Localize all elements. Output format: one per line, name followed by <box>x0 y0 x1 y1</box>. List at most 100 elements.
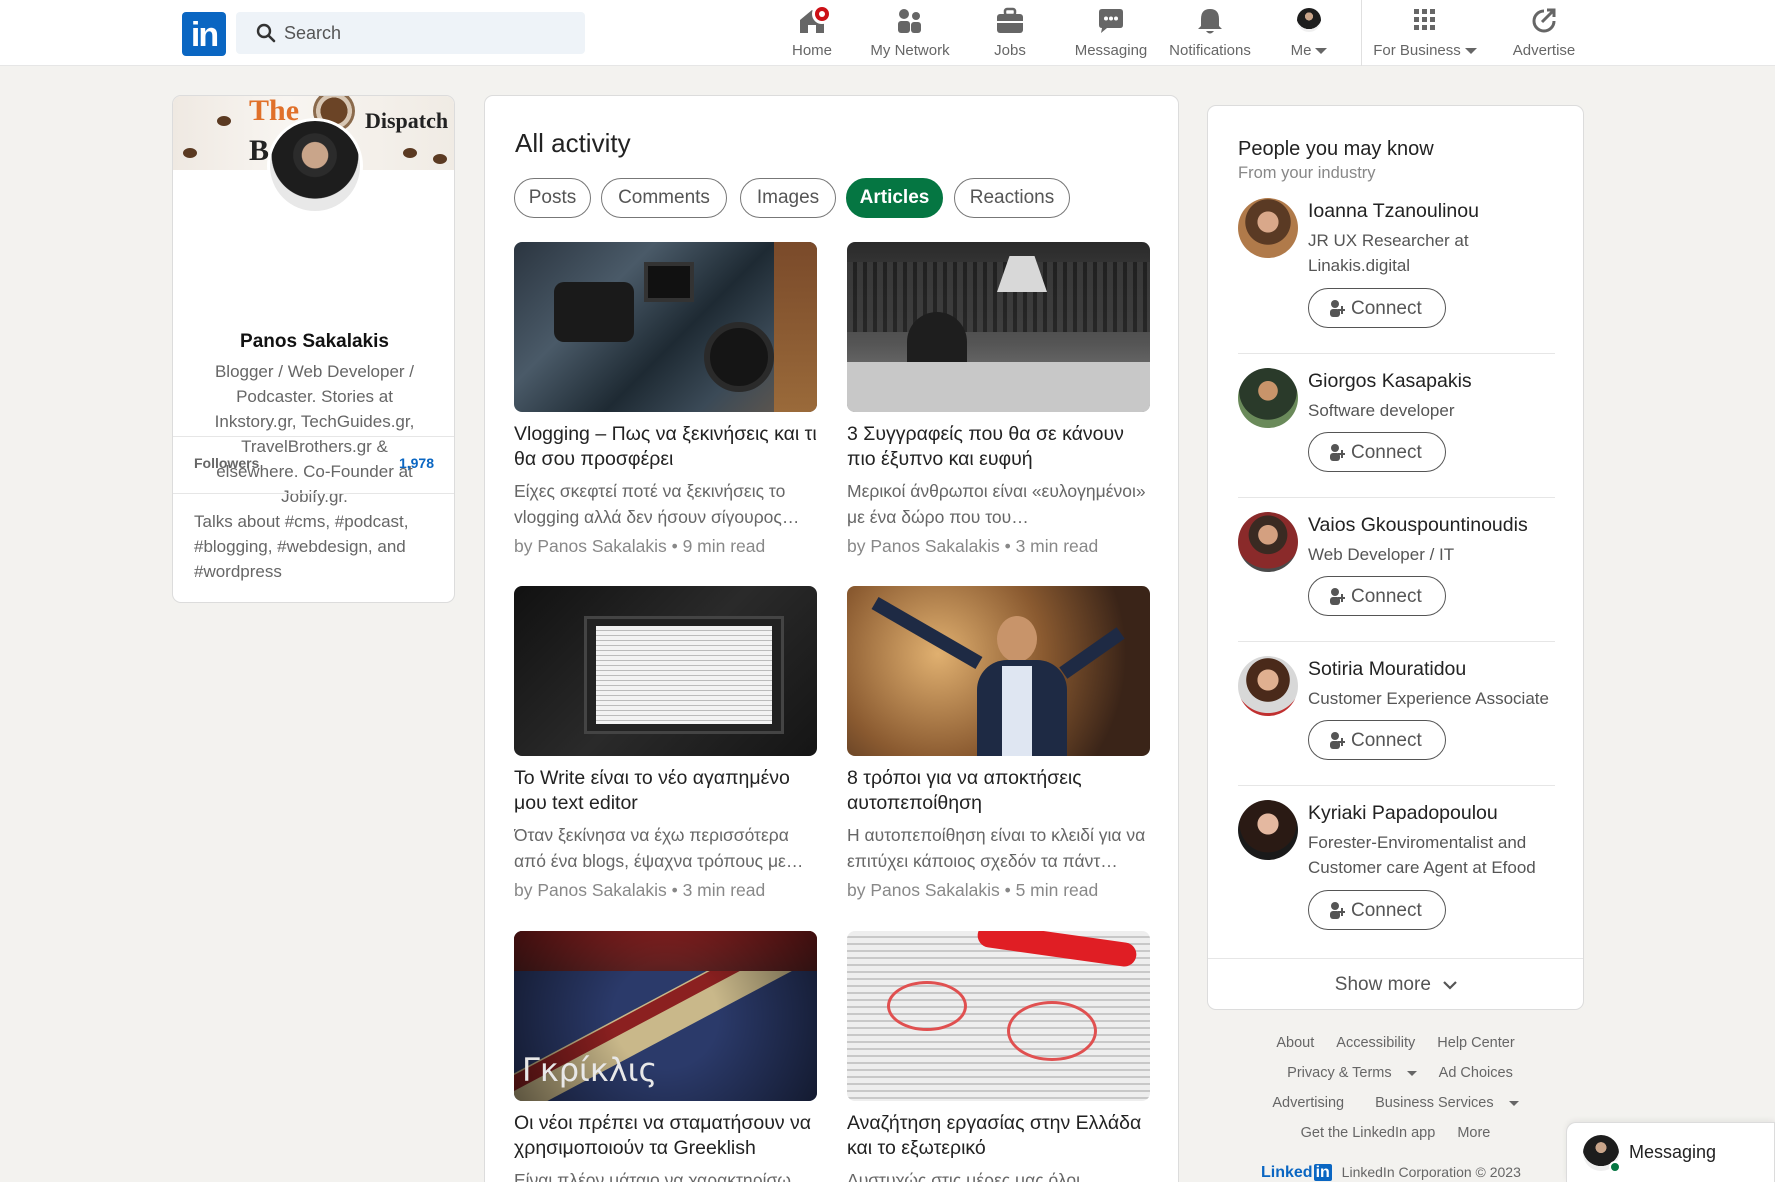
nav-home[interactable]: Home <box>784 4 840 62</box>
person-name[interactable]: Sotiria Mouratidou <box>1308 658 1466 681</box>
article-image-laptop[interactable] <box>514 586 817 756</box>
show-more-button[interactable]: Show more <box>1208 958 1583 1009</box>
network-icon <box>894 6 926 36</box>
article-card[interactable]: 8 τρόποι για να αποκτήσεις αυτοπεποίθηση… <box>847 586 1150 901</box>
article-title[interactable]: Vlogging – Πως να ξεκινήσεις και τι θα σ… <box>514 422 817 472</box>
person-avatar[interactable] <box>1238 800 1298 860</box>
tab-reactions[interactable]: Reactions <box>954 178 1070 218</box>
wordmark-text: Linked <box>1261 1164 1313 1181</box>
footer-link-more[interactable]: More <box>1457 1125 1490 1141</box>
tab-images[interactable]: Images <box>740 178 836 218</box>
connect-button[interactable]: Connect <box>1308 288 1446 328</box>
linkedin-logo[interactable]: in <box>182 12 226 56</box>
nav-notifications[interactable]: Notifications <box>1164 6 1256 62</box>
footer-link-get-app[interactable]: Get the LinkedIn app <box>1301 1125 1436 1141</box>
nav-label: Jobs <box>994 42 1026 59</box>
person-avatar[interactable] <box>1238 656 1298 716</box>
nav-for-business[interactable]: For Business <box>1372 6 1478 62</box>
connect-button[interactable]: Connect <box>1308 576 1446 616</box>
coffee-bean <box>183 148 197 158</box>
nav-messaging[interactable]: Messaging <box>1070 6 1152 62</box>
tab-articles[interactable]: Articles <box>846 178 943 218</box>
connect-button[interactable]: Connect <box>1308 720 1446 760</box>
article-meta: by Panos Sakalakis • 3 min read <box>514 880 766 900</box>
footer-links: About Accessibility Help Center Privacy … <box>1207 1028 1584 1148</box>
person-name[interactable]: Giorgos Kasapakis <box>1308 370 1472 393</box>
article-title[interactable]: Το Write είναι το νέο αγαπημένο μου text… <box>514 766 817 816</box>
footer-link-about[interactable]: About <box>1276 1035 1314 1051</box>
caret-down-icon <box>1464 48 1477 55</box>
article-title[interactable]: 3 Συγγραφείς που θα σε κάνουν πιο έξυπνο… <box>847 422 1150 472</box>
person-name[interactable]: Ioanna Tzanoulinou <box>1308 200 1479 223</box>
tab-posts[interactable]: Posts <box>514 178 591 218</box>
article-image-newspaper[interactable] <box>847 931 1150 1101</box>
footer-link-business-services[interactable]: Business Services <box>1366 1095 1519 1111</box>
coffee-bean <box>403 148 417 158</box>
people-subtitle: From your industry <box>1238 164 1376 182</box>
nav-label: Messaging <box>1074 42 1148 59</box>
article-title[interactable]: Οι νέοι πρέπει να σταματήσουν να χρησιμο… <box>514 1111 817 1161</box>
chevron-down-icon <box>1443 981 1457 990</box>
article-title[interactable]: 8 τρόποι για να αποκτήσεις αυτοπεποίθηση <box>847 766 1150 816</box>
article-card[interactable]: Γκρίκλις Οι νέοι πρέπει να σταματήσουν ν… <box>514 931 817 1182</box>
article-title[interactable]: Αναζήτηση εργασίας στην Ελλάδα και το εξ… <box>847 1111 1150 1161</box>
person-avatar[interactable] <box>1238 198 1298 258</box>
article-meta: by Panos Sakalakis • 3 min read <box>847 536 1099 556</box>
article-card[interactable]: Αναζήτηση εργασίας στην Ελλάδα και το εξ… <box>847 931 1150 1182</box>
search-icon <box>256 23 276 43</box>
article-card[interactable]: Το Write είναι το νέο αγαπημένο μου text… <box>514 586 817 901</box>
tab-comments[interactable]: Comments <box>601 178 727 218</box>
footer-link-advertising[interactable]: Advertising <box>1272 1095 1344 1111</box>
article-image-library[interactable] <box>847 242 1150 412</box>
article-image-cameras[interactable] <box>514 242 817 412</box>
profile-headline: Blogger / Web Developer / Podcaster. Sto… <box>214 362 415 506</box>
article-description: Όταν ξεκίνησα να έχω περισσότερα από ένα… <box>514 825 804 871</box>
people-title: People you may know <box>1238 138 1434 160</box>
article-image-celebrating-man[interactable] <box>847 586 1150 756</box>
article-meta: by Panos Sakalakis • 9 min read <box>514 536 766 556</box>
person-headline: Forester-Enviromentalist and Customer ca… <box>1308 833 1536 877</box>
nav-label: My Network <box>870 42 950 59</box>
search-input[interactable] <box>284 12 574 54</box>
article-card[interactable]: Vlogging – Πως να ξεκινήσεις και τι θα σ… <box>514 242 817 557</box>
nav-jobs[interactable]: Jobs <box>986 6 1034 62</box>
nav-advertise[interactable]: Advertise <box>1508 6 1580 62</box>
activity-title: All activity <box>515 128 631 158</box>
nav-label: Advertise <box>1512 42 1576 59</box>
add-person-icon <box>1330 902 1345 919</box>
nav-me[interactable]: Me <box>1284 6 1334 62</box>
add-person-icon <box>1330 444 1345 461</box>
connect-button[interactable]: Connect <box>1308 432 1446 472</box>
followers-count[interactable]: 1,978 <box>399 455 434 471</box>
home-icon <box>796 4 832 36</box>
footer-link-accessibility[interactable]: Accessibility <box>1336 1035 1415 1051</box>
show-more-label: Show more <box>1334 974 1431 995</box>
article-card[interactable]: 3 Συγγραφείς που θα σε κάνουν πιο έξυπνο… <box>847 242 1150 557</box>
talks-about: Talks about #cms, #podcast, #blogging, #… <box>194 512 409 581</box>
person-avatar[interactable] <box>1238 368 1298 428</box>
connect-button[interactable]: Connect <box>1308 890 1446 930</box>
messaging-label: Messaging <box>1629 1142 1717 1162</box>
bell-icon <box>1194 6 1226 36</box>
wordmark-in: in <box>1313 1164 1332 1181</box>
person-name[interactable]: Vaios Gkouspountinoudis <box>1308 514 1528 537</box>
article-image-union-jack[interactable]: Γκρίκλις <box>514 931 817 1101</box>
messaging-overlay[interactable]: Messaging <box>1566 1122 1775 1182</box>
add-person-icon <box>1330 300 1345 317</box>
person-name[interactable]: Kyriaki Papadopoulou <box>1308 802 1498 825</box>
profile-avatar[interactable] <box>267 118 363 214</box>
followers-label: Followers <box>194 455 260 471</box>
footer-link-ad-choices[interactable]: Ad Choices <box>1439 1065 1513 1081</box>
activity-card: All activity Posts Comments Images Artic… <box>484 95 1179 1182</box>
nav-label: Home <box>791 42 832 59</box>
footer-link-help-center[interactable]: Help Center <box>1437 1035 1514 1051</box>
nav-label: For Business <box>1373 42 1461 59</box>
nav-my-network[interactable]: My Network <box>862 6 958 62</box>
nav-divider <box>1361 0 1362 66</box>
article-description: Μερικοί άνθρωποι είναι «ευλογημένοι» με … <box>847 481 1146 527</box>
search-box[interactable] <box>236 12 585 54</box>
person-avatar[interactable] <box>1238 512 1298 572</box>
divider <box>173 493 454 494</box>
profile-name[interactable]: Panos Sakalakis <box>173 331 454 353</box>
footer-link-privacy-terms[interactable]: Privacy & Terms <box>1278 1065 1417 1081</box>
